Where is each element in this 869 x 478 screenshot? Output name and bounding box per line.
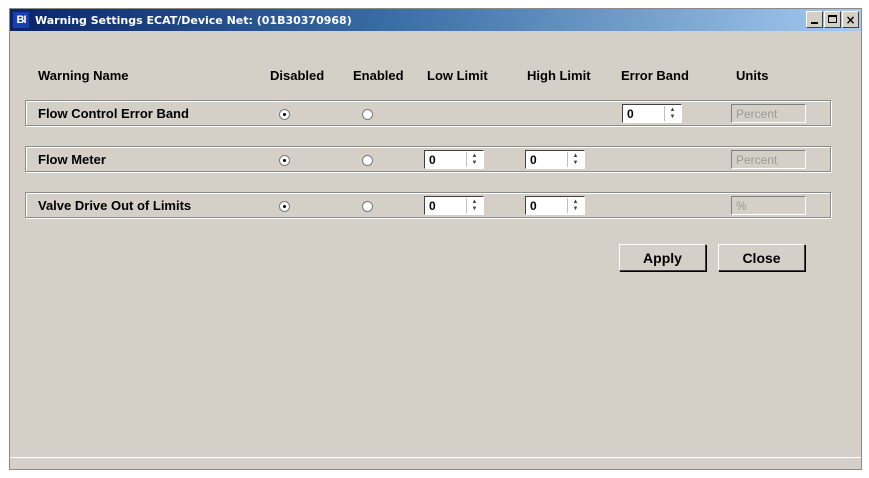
spin-up-icon[interactable]: ▲	[467, 198, 482, 205]
enabled-radio[interactable]	[362, 155, 373, 166]
units-field: Percent	[731, 150, 806, 169]
spinner-arrows: ▲ ▼	[466, 198, 482, 213]
low-limit-spinner[interactable]: 0 ▲ ▼	[424, 196, 484, 215]
spinner-arrows: ▲ ▼	[567, 198, 583, 213]
header-error-band: Error Band	[621, 68, 689, 83]
disabled-radio[interactable]	[279, 109, 290, 120]
close-window-button[interactable]: ×	[842, 11, 859, 28]
spinner-arrows: ▲ ▼	[567, 152, 583, 167]
warning-row-valve-drive-out-of-limits: Valve Drive Out of Limits 0 ▲ ▼ 0 ▲ ▼ %	[25, 192, 831, 218]
status-bar	[10, 457, 861, 459]
spin-down-icon[interactable]: ▼	[568, 159, 583, 166]
warning-row-flow-control-error-band: Flow Control Error Band 0 ▲ ▼ Percent	[25, 100, 831, 126]
high-limit-spinner[interactable]: 0 ▲ ▼	[525, 150, 585, 169]
units-field: %	[731, 196, 806, 215]
minimize-button[interactable]	[806, 11, 823, 28]
spin-up-icon[interactable]: ▲	[467, 152, 482, 159]
spin-down-icon[interactable]: ▼	[568, 205, 583, 212]
window-title: Warning Settings ECAT/Device Net: (01B30…	[35, 13, 352, 27]
warning-settings-window: BI Warning Settings ECAT/Device Net: (01…	[9, 8, 862, 470]
units-value: %	[736, 199, 747, 213]
spin-down-icon[interactable]: ▼	[467, 159, 482, 166]
units-field: Percent	[731, 104, 806, 123]
high-limit-value: 0	[530, 153, 537, 167]
enabled-radio[interactable]	[362, 201, 373, 212]
maximize-button[interactable]	[824, 11, 841, 28]
error-band-value: 0	[627, 107, 634, 121]
low-limit-spinner[interactable]: 0 ▲ ▼	[424, 150, 484, 169]
low-limit-value: 0	[429, 199, 436, 213]
spinner-arrows: ▲ ▼	[664, 106, 680, 121]
window-controls: ×	[805, 11, 859, 28]
header-warning-name: Warning Name	[38, 68, 129, 83]
warning-name-label: Valve Drive Out of Limits	[38, 198, 192, 213]
disabled-radio[interactable]	[279, 155, 290, 166]
spin-up-icon[interactable]: ▲	[568, 152, 583, 159]
units-value: Percent	[736, 107, 778, 121]
spin-up-icon[interactable]: ▲	[568, 198, 583, 205]
spinner-arrows: ▲ ▼	[466, 152, 482, 167]
warning-row-flow-meter: Flow Meter 0 ▲ ▼ 0 ▲ ▼ Percent	[25, 146, 831, 172]
close-icon: ×	[845, 12, 856, 27]
minimize-icon	[811, 22, 818, 24]
spin-down-icon[interactable]: ▼	[467, 205, 482, 212]
close-button[interactable]: Close	[718, 244, 805, 271]
header-disabled: Disabled	[270, 68, 325, 83]
spin-down-icon[interactable]: ▼	[665, 113, 680, 120]
warning-name-label: Flow Control Error Band	[38, 106, 189, 121]
title-bar[interactable]: BI Warning Settings ECAT/Device Net: (01…	[10, 9, 861, 31]
header-units: Units	[736, 68, 769, 83]
app-icon: BI	[13, 12, 29, 28]
warning-name-label: Flow Meter	[38, 152, 106, 167]
header-enabled: Enabled	[353, 68, 404, 83]
spin-up-icon[interactable]: ▲	[665, 106, 680, 113]
maximize-icon	[828, 15, 837, 23]
high-limit-value: 0	[530, 199, 537, 213]
high-limit-spinner[interactable]: 0 ▲ ▼	[525, 196, 585, 215]
header-low-limit: Low Limit	[427, 68, 488, 83]
units-value: Percent	[736, 153, 778, 167]
apply-button[interactable]: Apply	[619, 244, 706, 271]
enabled-radio[interactable]	[362, 109, 373, 120]
error-band-spinner[interactable]: 0 ▲ ▼	[622, 104, 682, 123]
low-limit-value: 0	[429, 153, 436, 167]
header-high-limit: High Limit	[527, 68, 591, 83]
disabled-radio[interactable]	[279, 201, 290, 212]
